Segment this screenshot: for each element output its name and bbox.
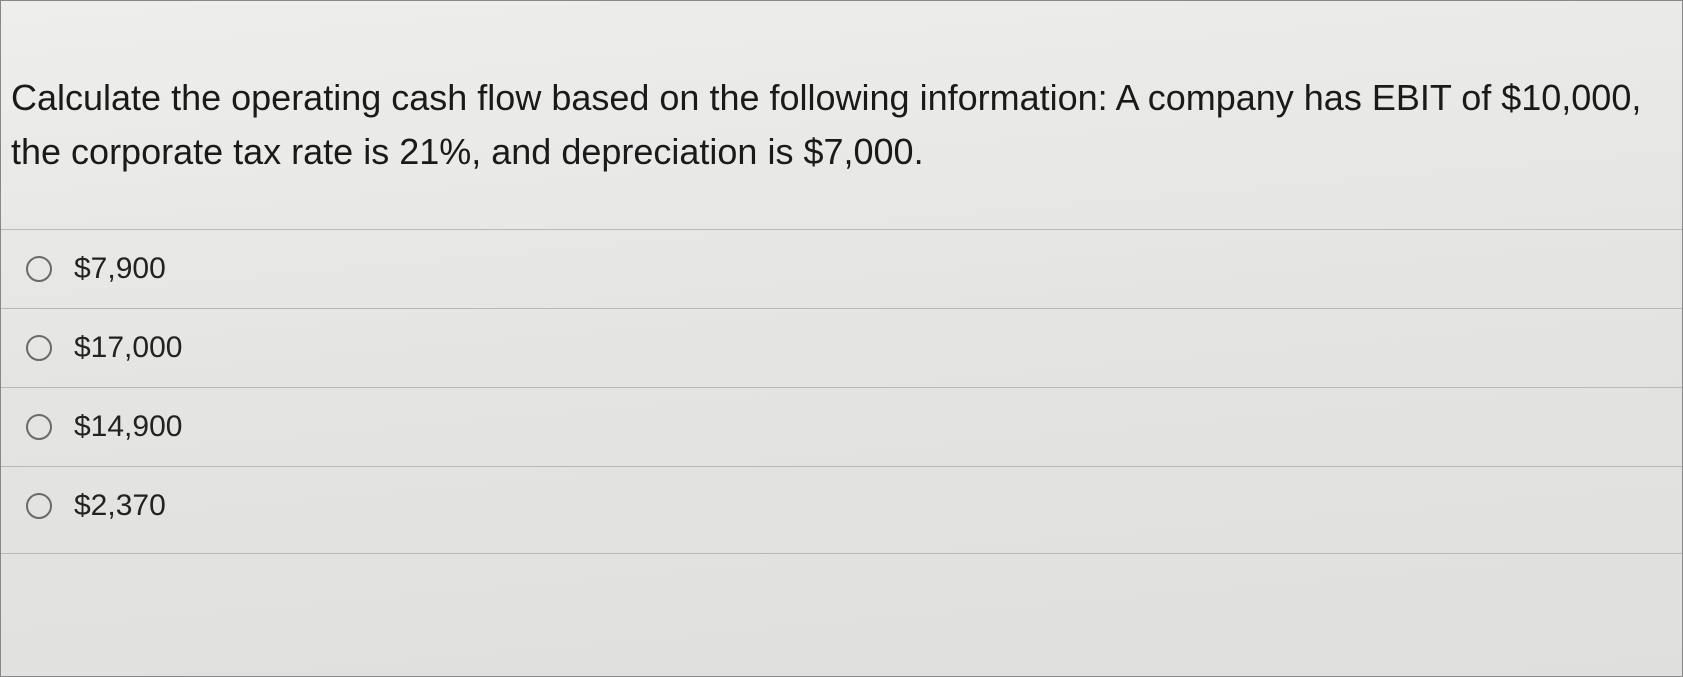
- question-text: Calculate the operating cash flow based …: [1, 1, 1682, 229]
- options-list: $7,900 $17,000 $14,900 $2,370: [1, 229, 1682, 554]
- quiz-container: Calculate the operating cash flow based …: [0, 0, 1683, 677]
- option-4[interactable]: $2,370: [1, 466, 1682, 554]
- radio-icon: [26, 493, 52, 519]
- option-label: $2,370: [74, 489, 166, 523]
- option-label: $14,900: [74, 410, 182, 444]
- radio-icon: [26, 256, 52, 282]
- option-3[interactable]: $14,900: [1, 387, 1682, 466]
- option-2[interactable]: $17,000: [1, 308, 1682, 387]
- option-label: $17,000: [74, 331, 182, 365]
- radio-icon: [26, 335, 52, 361]
- option-label: $7,900: [74, 252, 166, 286]
- option-1[interactable]: $7,900: [1, 229, 1682, 308]
- radio-icon: [26, 414, 52, 440]
